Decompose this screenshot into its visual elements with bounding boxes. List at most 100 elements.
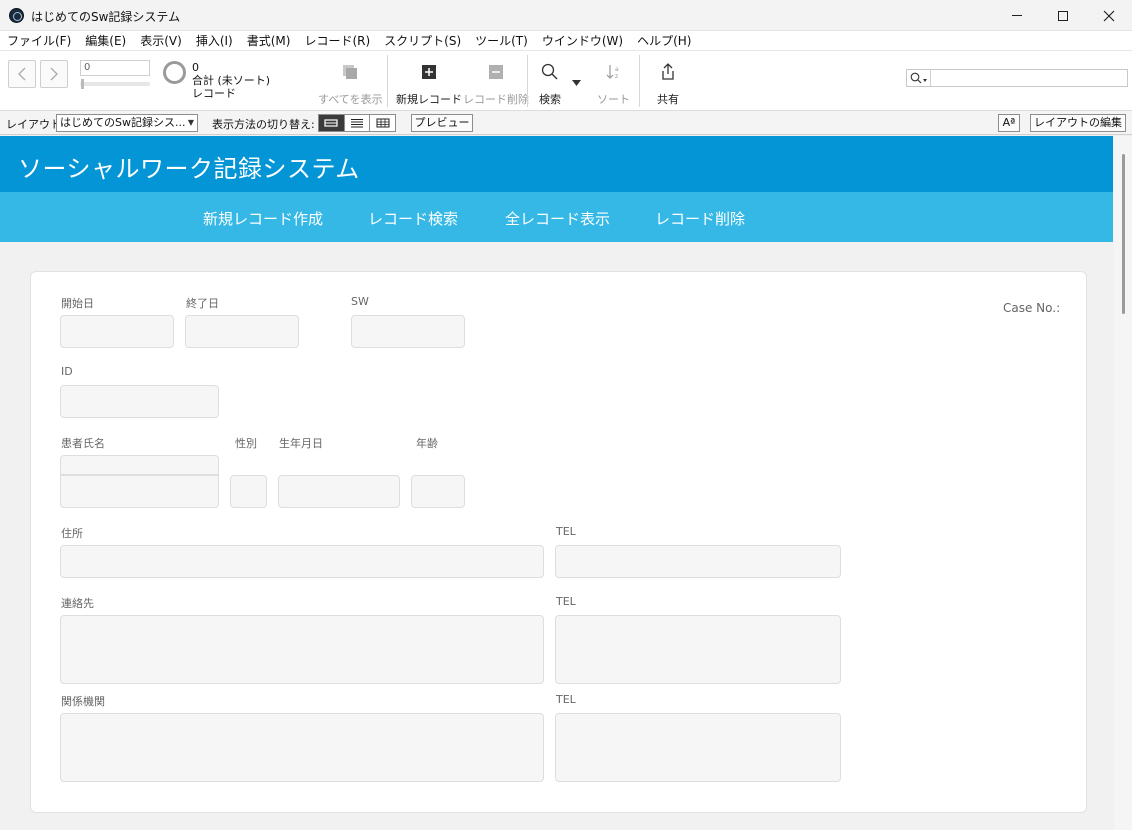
caret-down-icon bbox=[572, 80, 581, 86]
address-tel-label: TEL bbox=[556, 525, 576, 538]
birth-date-label: 生年月日 bbox=[279, 437, 323, 450]
start-date-label: 開始日 bbox=[61, 297, 94, 310]
menu-format[interactable]: 書式(M) bbox=[247, 32, 291, 49]
form-view-icon bbox=[324, 119, 338, 127]
gender-field[interactable] bbox=[230, 475, 267, 508]
id-field[interactable] bbox=[60, 385, 219, 418]
show-all-icon bbox=[343, 65, 358, 79]
contact-tel-label: TEL bbox=[556, 595, 576, 608]
table-view-button[interactable] bbox=[370, 115, 395, 131]
contact-tel-field[interactable] bbox=[555, 615, 841, 684]
quick-find-options-button[interactable] bbox=[907, 70, 931, 86]
page-title: ソーシャルワーク記録システム bbox=[18, 155, 360, 183]
show-all-label: すべてを表示 bbox=[318, 93, 383, 106]
nav-show-all-button[interactable]: 全レコード表示 bbox=[505, 208, 610, 229]
delete-record-label: レコード削除 bbox=[463, 93, 529, 106]
nav-find-record-button[interactable]: レコード検索 bbox=[368, 208, 458, 229]
plus-icon bbox=[422, 65, 436, 79]
status-toolbar: 0 0 合計 (未ソート) レコード すべてを表示 新規レコード レコード削除 … bbox=[0, 51, 1132, 111]
list-view-button[interactable] bbox=[345, 115, 371, 131]
svg-text:z: z bbox=[615, 73, 618, 80]
chevron-left-icon bbox=[18, 67, 26, 81]
menu-file[interactable]: ファイル(F) bbox=[7, 32, 71, 49]
current-record-input[interactable]: 0 bbox=[80, 60, 150, 76]
menu-scripts[interactable]: スクリプト(S) bbox=[384, 32, 461, 49]
sort-icon: az bbox=[606, 65, 619, 80]
menu-view[interactable]: 表示(V) bbox=[140, 32, 182, 49]
start-date-field[interactable] bbox=[60, 315, 174, 348]
edit-layout-button[interactable]: レイアウトの編集 bbox=[1030, 114, 1126, 132]
next-record-button[interactable] bbox=[40, 60, 68, 88]
maximize-icon bbox=[1058, 10, 1068, 21]
patient-name-kana-field[interactable] bbox=[60, 455, 219, 475]
layout-select-value: はじめてのSw記録シス... bbox=[60, 116, 186, 129]
patient-name-label: 患者氏名 bbox=[61, 437, 105, 450]
sw-field[interactable] bbox=[351, 315, 465, 348]
preview-button[interactable]: プレビュー bbox=[411, 114, 473, 132]
record-unit-label: レコード bbox=[192, 87, 236, 100]
show-all-button[interactable]: すべてを表示 bbox=[318, 63, 383, 107]
find-button[interactable]: 検索 bbox=[539, 63, 561, 107]
end-date-label: 終了日 bbox=[186, 297, 219, 310]
find-dropdown-button[interactable] bbox=[572, 75, 581, 89]
id-label: ID bbox=[61, 365, 73, 378]
menu-records[interactable]: レコード(R) bbox=[304, 32, 370, 49]
agencies-tel-field[interactable] bbox=[555, 713, 841, 782]
scrollbar-thumb[interactable] bbox=[1122, 154, 1125, 314]
title-bar: はじめてのSw記録システム bbox=[0, 0, 1132, 31]
form-view-button[interactable] bbox=[319, 115, 345, 131]
record-form-card: Case No.: 開始日 終了日 SW ID 患者氏名 性別 生年月日 年齢 … bbox=[30, 271, 1087, 813]
contact-field[interactable] bbox=[60, 615, 544, 684]
contact-label: 連絡先 bbox=[61, 597, 94, 610]
address-field[interactable] bbox=[60, 545, 544, 578]
previous-record-button[interactable] bbox=[8, 60, 36, 88]
record-slider[interactable] bbox=[80, 79, 150, 89]
layout-content: ソーシャルワーク記録システム 新規レコード作成 レコード検索 全レコード表示 レ… bbox=[0, 136, 1132, 830]
svg-text:a: a bbox=[615, 66, 619, 73]
menu-tools[interactable]: ツール(T) bbox=[475, 32, 528, 49]
share-label: 共有 bbox=[657, 93, 679, 106]
formatting-bar-button[interactable]: Aª bbox=[998, 114, 1020, 132]
close-icon bbox=[1103, 10, 1115, 21]
minimize-button[interactable] bbox=[994, 0, 1040, 31]
new-record-button[interactable]: 新規レコード bbox=[396, 63, 462, 107]
nav-delete-record-button[interactable]: レコード削除 bbox=[655, 208, 745, 229]
menu-bar: ファイル(F) 編集(E) 表示(V) 挿入(I) 書式(M) レコード(R) … bbox=[0, 31, 1132, 51]
quick-find-input[interactable] bbox=[906, 69, 1128, 87]
patient-name-field[interactable] bbox=[60, 475, 219, 508]
toolbar-separator bbox=[387, 55, 388, 107]
list-view-icon bbox=[351, 119, 363, 128]
minus-icon bbox=[489, 65, 503, 79]
maximize-button[interactable] bbox=[1040, 0, 1086, 31]
end-date-field[interactable] bbox=[185, 315, 299, 348]
window-title: はじめてのSw記録システム bbox=[31, 10, 181, 24]
gender-label: 性別 bbox=[235, 437, 257, 450]
nav-band: 新規レコード作成 レコード検索 全レコード表示 レコード削除 bbox=[0, 192, 1113, 242]
nav-new-record-button[interactable]: 新規レコード作成 bbox=[203, 208, 323, 229]
menu-insert[interactable]: 挿入(I) bbox=[196, 32, 233, 49]
record-pie-icon bbox=[163, 61, 186, 84]
header-band: ソーシャルワーク記録システム bbox=[0, 136, 1113, 192]
birth-date-field[interactable] bbox=[278, 475, 400, 508]
menu-help[interactable]: ヘルプ(H) bbox=[637, 32, 691, 49]
new-record-label: 新規レコード bbox=[396, 93, 462, 106]
chevron-right-icon bbox=[50, 67, 58, 81]
layout-select[interactable]: はじめてのSw記録シス... ▼ bbox=[56, 114, 198, 132]
address-label: 住所 bbox=[61, 527, 83, 540]
close-button[interactable] bbox=[1086, 0, 1132, 31]
agencies-field[interactable] bbox=[60, 713, 544, 782]
agencies-label: 関係機関 bbox=[61, 695, 105, 708]
age-field[interactable] bbox=[411, 475, 465, 508]
menu-edit[interactable]: 編集(E) bbox=[85, 32, 126, 49]
sort-button[interactable]: az ソート bbox=[597, 63, 630, 107]
sort-label: ソート bbox=[597, 93, 630, 106]
case-no-label: Case No.: bbox=[1003, 301, 1061, 315]
vertical-scrollbar[interactable] bbox=[1114, 136, 1132, 830]
record-total-label: 合計 (未ソート) bbox=[192, 74, 271, 87]
share-button[interactable]: 共有 bbox=[657, 63, 679, 107]
toolbar-separator bbox=[527, 55, 528, 107]
menu-window[interactable]: ウインドウ(W) bbox=[542, 32, 623, 49]
caret-down-icon: ▼ bbox=[187, 118, 194, 127]
delete-record-button[interactable]: レコード削除 bbox=[463, 63, 529, 107]
address-tel-field[interactable] bbox=[555, 545, 841, 578]
